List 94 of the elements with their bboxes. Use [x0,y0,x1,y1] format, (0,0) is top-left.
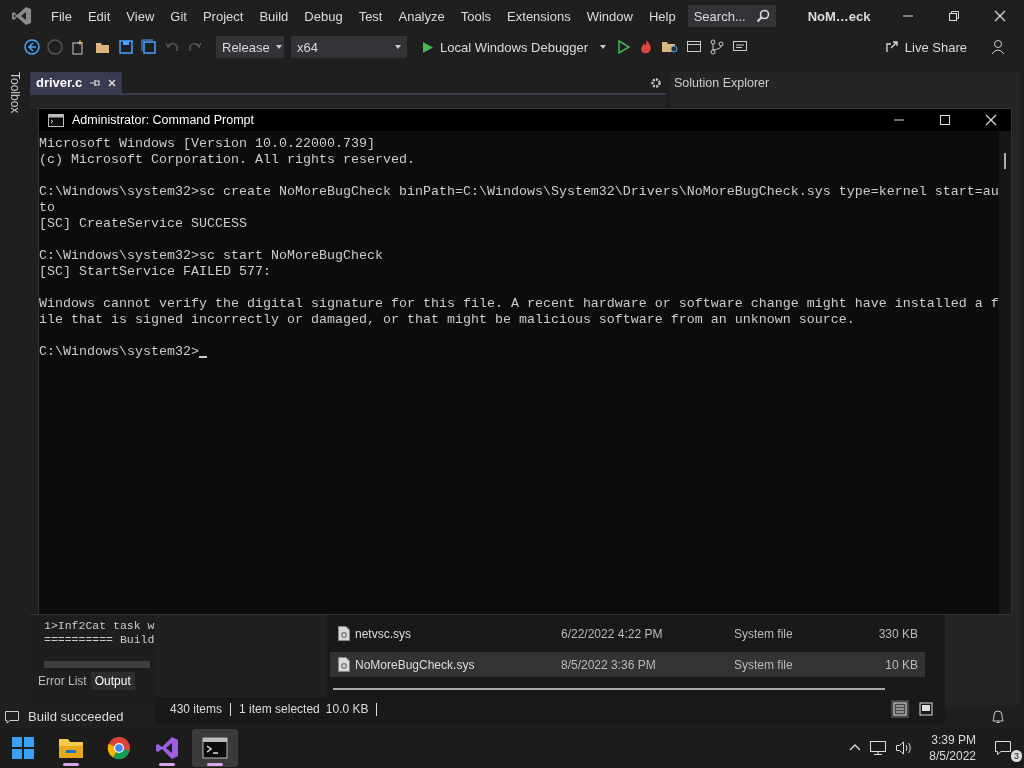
menu-item[interactable]: Git [162,5,195,27]
menu-item[interactable]: Extensions [499,5,579,27]
search-icon [755,9,770,23]
network-icon[interactable] [869,740,888,756]
panel-tab[interactable]: Output [90,672,135,690]
menu-item[interactable]: View [118,5,163,27]
bell-icon[interactable] [990,708,1006,725]
notification-badge: 3 [1011,750,1022,762]
folder-search-icon[interactable] [661,39,680,55]
start-debugging-button[interactable]: Local Windows Debugger [418,37,611,57]
clock-time: 3:39 PM [931,732,976,748]
menu-item[interactable]: Tools [452,5,500,27]
selection-info: 1 item selected [239,702,320,716]
console-line: Microsoft Windows [Version 10.0.22000.739] [39,136,376,152]
speaker-icon[interactable] [895,740,914,756]
file-icon [338,657,350,672]
maximize-icon[interactable] [939,114,951,126]
search-field[interactable]: Search... [687,5,776,27]
file-type: System file [734,626,794,641]
folder-icon [58,736,84,760]
taskbar-button[interactable] [192,729,238,767]
scrollbar-thumb[interactable] [1004,153,1006,169]
studio-logo-icon [155,736,179,760]
preview-icon [919,702,933,716]
console-icon [48,113,64,127]
console-line: (c) Microsoft Corporation. All rights reserved. [39,152,416,168]
document-tab[interactable]: driver.c [30,72,123,93]
menu-item[interactable]: Build [251,5,297,27]
file-name: NoMoreBugCheck.sys [355,657,476,672]
menu-item[interactable]: Analyze [390,5,453,27]
start-icon [11,736,35,760]
menu-item[interactable]: Window [578,5,641,27]
solution-name: NoM…eck [807,8,871,24]
person-icon[interactable] [990,39,1006,55]
output-line: 1>Inf2Cat task w [44,619,155,633]
close-icon[interactable] [108,78,117,87]
file-date: 6/22/2022 4:22 PM [561,626,664,641]
clock[interactable]: 3:39 PM 8/5/2022 [929,732,976,764]
gear-icon[interactable] [650,76,662,89]
list-icon [893,702,907,716]
panel-title: Solution Explorer [674,75,770,90]
platform-dropdown[interactable]: x64 [291,36,407,58]
clock-date: 8/5/2022 [929,748,976,764]
console-line: [SC] CreateService SUCCESS [39,216,248,232]
save-icon[interactable] [118,39,134,55]
close-icon[interactable] [994,10,1006,22]
file-size: 10 KB [884,657,918,672]
status-message: Build succeeded [28,709,124,724]
pin-icon[interactable] [90,78,101,87]
layout-icon[interactable] [686,39,703,55]
studio-logo-icon [11,5,33,27]
item-count: 430 items [170,702,223,716]
tiles-view-button[interactable] [917,700,935,718]
file-type: System file [734,657,794,672]
console-line: C:\Windows\system32>sc start NoMoreBugCheck [39,248,384,264]
menu-item[interactable]: File [43,5,80,27]
close-icon[interactable] [985,114,997,126]
restore-icon[interactable] [948,10,960,22]
file-name: netvsc.sys [355,626,412,641]
file-size: 330 KB [877,626,918,641]
window-title: Administrator: Command Prompt [72,113,254,127]
file-date: 8/5/2022 3:36 PM [561,657,657,672]
details-view-button[interactable] [891,700,909,718]
back-icon[interactable] [24,39,40,55]
file-row[interactable]: NoMoreBugCheck.sys 8/5/2022 3:36 PM System file 10 KB [330,652,925,677]
comment-icon [4,708,20,725]
console-prompt: C:\Windows\system32> [39,344,199,360]
live-share-button[interactable]: Live Share [878,38,973,56]
share-icon [884,40,899,54]
menu-item[interactable]: Help [640,5,684,27]
browser-icon [107,736,131,760]
console-line: Windows cannot verify the digital signature for this file. A recent hardware or software change might have installed a f [39,296,999,312]
run-without-debugging-icon[interactable] [617,40,632,54]
output-line: ========== Build [44,633,155,647]
console-line: ile that is signed incorrectly or damaged, or that might be malicious software from an unknown source. [39,312,856,328]
file-icon [338,626,350,641]
toolbox-tab[interactable]: Toolbox [8,72,22,114]
console-line: to [39,200,56,216]
configuration-dropdown[interactable]: Release [216,36,284,58]
menu-item[interactable]: Test [350,5,391,27]
save-all-icon[interactable] [141,39,157,55]
console-line: [SC] StartService FAILED 577: [39,264,272,280]
message-icon [994,740,1012,756]
menu-item[interactable]: Debug [296,5,351,27]
play-icon [422,40,434,54]
console-line: C:\Windows\system32>sc create NoMoreBugCheck binPath=C:\Windows\System32\Drivers\NoMoreBugCheck.sys type=kernel start=au [39,184,999,200]
terminal-icon [202,737,228,759]
menu-item[interactable]: Project [194,5,252,27]
branch-icon[interactable] [709,39,726,55]
file-row[interactable]: netvsc.sys 6/22/2022 4:22 PM System file 330 KB [330,621,925,646]
menu-item[interactable]: Edit [79,5,119,27]
selection-size: 10.0 KB [325,702,369,716]
scrollbar-thumb[interactable] [44,661,150,668]
panel-tab[interactable]: Error List [34,672,91,690]
